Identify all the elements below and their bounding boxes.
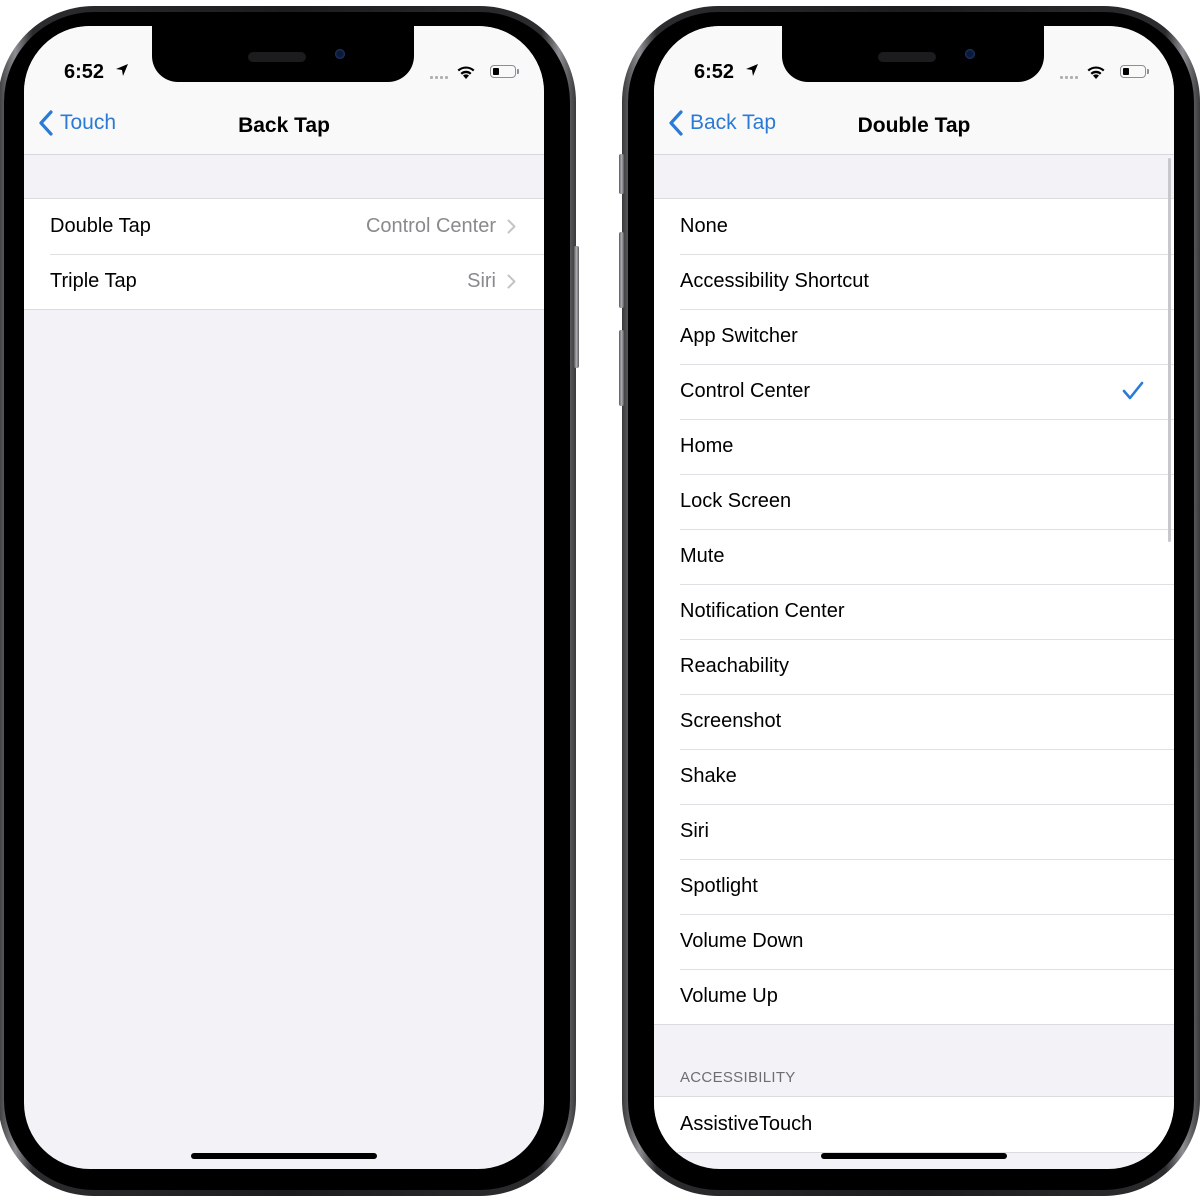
status-time: 6:52 — [64, 61, 105, 83]
row-double-tap[interactable]: Double Tap Control Center — [24, 199, 544, 254]
notch — [782, 26, 1044, 82]
list-item[interactable]: Siri — [654, 804, 1174, 859]
volume-down-button — [619, 330, 624, 406]
navigation-bar: Back Tap Double Tap — [654, 96, 1174, 155]
back-tap-options-list: Double Tap Control Center Triple Tap Sir… — [24, 198, 544, 310]
row-label: Shake — [680, 765, 737, 787]
wifi-icon — [457, 66, 475, 79]
row-label: Volume Down — [680, 930, 804, 952]
row-label: Volume Up — [680, 985, 778, 1007]
row-label: Reachability — [680, 655, 789, 677]
side-button — [574, 246, 579, 368]
silent-switch — [619, 154, 624, 194]
page-title: Double Tap — [857, 114, 971, 137]
cellular-signal-icon — [1060, 76, 1078, 79]
row-label: Screenshot — [680, 710, 782, 732]
home-indicator[interactable] — [191, 1153, 377, 1159]
cellular-signal-icon — [430, 76, 448, 79]
row-label: Triple Tap — [50, 270, 137, 292]
location-arrow-icon — [116, 64, 128, 76]
row-label: Double Tap — [50, 215, 151, 237]
list-item[interactable]: Shake — [654, 749, 1174, 804]
list-item[interactable]: Lock Screen — [654, 474, 1174, 529]
list-item[interactable]: Volume Down — [654, 914, 1174, 969]
screen-back-tap: 6:52 Touch Back Tap Double Tap Control C… — [24, 26, 544, 1169]
battery-low-icon — [490, 65, 519, 78]
list-item[interactable]: Mute — [654, 529, 1174, 584]
screen-double-tap: 6:52 Back Tap Double Tap None Accessibili… — [654, 26, 1174, 1169]
list-item[interactable]: Spotlight — [654, 859, 1174, 914]
row-value: Control Center — [365, 215, 496, 237]
list-item[interactable]: Reachability — [654, 639, 1174, 694]
navigation-bar: Touch Back Tap — [24, 96, 544, 155]
page-title: Back Tap — [238, 114, 330, 137]
speaker-grille — [248, 52, 306, 62]
row-label: Notification Center — [680, 600, 845, 622]
status-time: 6:52 — [694, 61, 735, 83]
front-camera — [965, 49, 975, 59]
list-item[interactable]: Screenshot — [654, 694, 1174, 749]
checkmark-icon — [1122, 381, 1144, 400]
phone-frame-right: 6:52 Back Tap Double Tap None Accessibili… — [619, 6, 1200, 1196]
row-label: None — [680, 215, 728, 237]
list-item[interactable]: Home — [654, 419, 1174, 474]
row-label: Lock Screen — [680, 490, 792, 512]
wifi-icon — [1087, 66, 1105, 79]
volume-up-button — [619, 232, 624, 308]
location-arrow-icon — [746, 64, 758, 76]
row-label: Home — [680, 435, 734, 457]
chevron-right-icon — [507, 219, 516, 234]
action-options-list: None Accessibility Shortcut App Switcher Co… — [654, 198, 1174, 1025]
list-item[interactable]: App Switcher — [654, 309, 1174, 364]
row-value: Siri — [467, 270, 496, 292]
row-label: App Switcher — [680, 325, 798, 347]
list-item[interactable]: AssistiveTouch — [654, 1097, 1174, 1152]
row-label: AssistiveTouch — [680, 1113, 813, 1135]
accessibility-options-list: AssistiveTouch — [654, 1096, 1174, 1153]
list-item[interactable]: Volume Up — [654, 969, 1174, 1024]
phone-frame-left: 6:52 Touch Back Tap Double Tap Control C… — [0, 6, 579, 1196]
list-item[interactable]: Accessibility Shortcut — [654, 254, 1174, 309]
scrollbar[interactable] — [1168, 158, 1171, 542]
chevron-right-icon — [507, 274, 516, 289]
battery-low-icon — [1120, 65, 1149, 78]
list-item[interactable]: Notification Center — [654, 584, 1174, 639]
row-label: Mute — [680, 545, 725, 567]
row-triple-tap[interactable]: Triple Tap Siri — [24, 254, 544, 309]
speaker-grille — [878, 52, 936, 62]
row-label: Siri — [680, 820, 709, 842]
home-indicator[interactable] — [821, 1153, 1007, 1159]
list-item[interactable]: Control Center — [654, 364, 1174, 419]
row-label: Accessibility Shortcut — [680, 270, 869, 292]
list-item[interactable]: None — [654, 199, 1174, 254]
row-label: Spotlight — [680, 875, 758, 897]
section-header-accessibility: ACCESSIBILITY — [680, 1069, 796, 1086]
front-camera — [335, 49, 345, 59]
notch — [152, 26, 414, 82]
row-label: Control Center — [680, 380, 811, 402]
